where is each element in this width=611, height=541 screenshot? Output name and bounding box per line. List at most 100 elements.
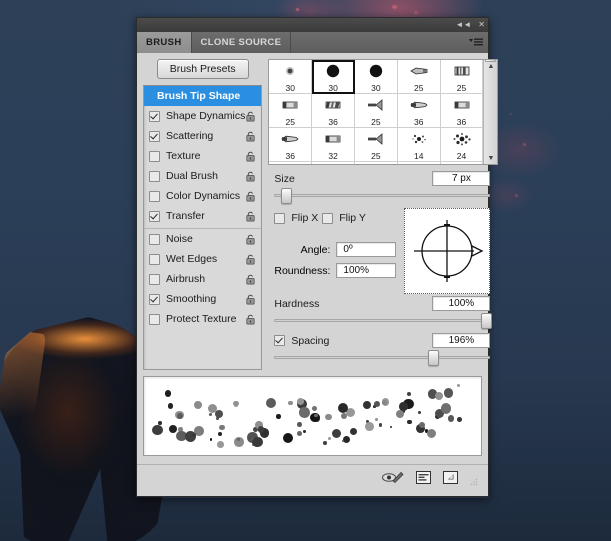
option-checkbox[interactable] — [149, 190, 160, 202]
size-slider[interactable] — [274, 188, 491, 204]
stroke-dot — [209, 438, 213, 441]
option-checkbox[interactable] — [149, 273, 160, 285]
angle-row: Angle: 0º — [274, 242, 397, 257]
delete-brush-icon[interactable] — [443, 470, 458, 484]
brush-option-airbrush[interactable]: Airbrush — [144, 269, 261, 289]
brush-preset-cell[interactable] — [269, 162, 313, 164]
spark-particle — [414, 11, 418, 14]
brush-preset-size: 36 — [456, 117, 467, 127]
flip-x-checkbox[interactable]: Flip X — [274, 212, 318, 224]
brush-preset-cell[interactable] — [440, 162, 484, 164]
brush-preset-cell[interactable]: 30 — [269, 60, 313, 94]
brush-option-wet-edges[interactable]: Wet Edges — [144, 249, 261, 269]
scrollbar-thumb[interactable] — [485, 60, 497, 62]
hardness-slider[interactable] — [274, 313, 493, 329]
brush-option-color-dynamics[interactable]: Color Dynamics — [144, 186, 261, 206]
brush-preset-cell[interactable]: 25 — [440, 60, 484, 94]
stroke-dot — [443, 388, 454, 399]
option-checkbox[interactable] — [149, 130, 160, 142]
close-icon[interactable]: ✕ — [478, 21, 485, 29]
hardness-slider-knob[interactable] — [481, 313, 493, 329]
spacing-slider-knob[interactable] — [427, 350, 439, 366]
brush-preset-cell[interactable]: 36 — [440, 94, 484, 128]
stroke-dot — [299, 406, 310, 418]
tab-brush[interactable]: BRUSH — [137, 32, 192, 53]
brush-preset-cell[interactable]: 14 — [397, 128, 441, 162]
panel-menu-button[interactable] — [469, 32, 488, 53]
resize-grip-icon[interactable] — [470, 473, 478, 486]
tab-clone-source[interactable]: CLONE SOURCE — [192, 32, 292, 53]
stroke-dot — [399, 402, 408, 411]
brush-preset-cell[interactable]: 36 — [397, 94, 441, 128]
angle-value[interactable]: 0º — [336, 242, 397, 257]
spacing-slider[interactable] — [274, 350, 491, 366]
brush-preset-cell[interactable]: 36 — [312, 94, 355, 128]
spacing-checkbox[interactable] — [274, 335, 286, 346]
brush-angle-preview[interactable] — [404, 208, 491, 294]
lock-icon — [246, 234, 255, 244]
spacing-slider-track — [274, 356, 491, 359]
option-checkbox[interactable] — [149, 293, 160, 305]
spacing-row: Spacing 196% — [274, 333, 491, 348]
spacing-value[interactable]: 196% — [432, 333, 491, 348]
brush-option-texture[interactable]: Texture — [144, 146, 261, 166]
option-label: Airbrush — [166, 273, 206, 285]
hard-round-icon — [312, 62, 354, 80]
option-checkbox[interactable] — [149, 210, 160, 222]
brush-preset-cell[interactable]: 25 — [354, 128, 398, 162]
option-checkbox[interactable] — [149, 233, 160, 245]
option-checkbox[interactable] — [149, 150, 160, 162]
brush-preset-cell[interactable]: 30 — [312, 60, 355, 94]
brush-option-noise[interactable]: Noise — [144, 228, 262, 249]
option-checkbox[interactable] — [149, 110, 160, 122]
panel-titlebar: ◄◄ ✕ — [136, 17, 489, 32]
brush-preset-cell[interactable]: 30 — [354, 60, 398, 94]
brush-option-smoothing[interactable]: Smoothing — [144, 289, 261, 309]
option-checkbox[interactable] — [149, 313, 160, 325]
collapse-icon[interactable]: ◄◄ — [455, 21, 471, 29]
trash-glyph — [443, 470, 458, 484]
create-new-brush-icon[interactable] — [416, 470, 431, 484]
flip-x-label: Flip X — [291, 212, 319, 224]
option-checkbox[interactable] — [149, 253, 160, 265]
brush-preset-cell[interactable]: 32 — [312, 128, 355, 162]
tabbar-filler — [291, 32, 469, 53]
stroke-dot — [282, 432, 293, 444]
size-slider-knob[interactable] — [280, 188, 292, 204]
hardness-value[interactable]: 100% — [432, 296, 491, 311]
brush-preset-cell[interactable] — [354, 162, 398, 164]
brush-stroke-preview — [143, 376, 482, 456]
spark-particle — [392, 5, 397, 9]
option-checkbox[interactable] — [149, 170, 160, 182]
hardness-slider-track — [274, 319, 491, 322]
brush-preset-cell[interactable]: 36 — [269, 128, 313, 162]
flip-y-checkbox[interactable]: Flip Y — [322, 212, 366, 224]
stroke-dot — [311, 405, 318, 412]
brush-option-shape-dynamics[interactable]: Shape Dynamics — [144, 106, 261, 126]
panel-body: Brush Presets Brush Tip Shape Shape Dynam… — [136, 53, 499, 497]
brush-grid-scrollbar[interactable]: ▲ ▼ — [483, 60, 498, 164]
brush-preset-size: 14 — [413, 151, 424, 161]
brush-preset-cell[interactable] — [312, 162, 355, 164]
brush-option-brush-tip-shape[interactable]: Brush Tip Shape — [144, 86, 262, 106]
brush-preset-cell[interactable] — [397, 162, 441, 164]
spacing-label: Spacing — [291, 334, 330, 347]
brush-preset-cell[interactable]: 25 — [397, 60, 441, 94]
option-label: Smoothing — [166, 293, 217, 305]
stroke-dot — [217, 431, 223, 436]
brush-option-scattering[interactable]: Scattering — [144, 126, 261, 146]
toggle-brush-preview-icon[interactable] — [382, 471, 404, 484]
brush-presets-button[interactable]: Brush Presets — [156, 59, 249, 79]
brush-option-dual-brush[interactable]: Dual Brush — [144, 166, 261, 186]
stroke-dot — [323, 440, 328, 445]
brush-preset-cell[interactable]: 24 — [440, 128, 484, 162]
roundness-value[interactable]: 100% — [336, 263, 397, 278]
brush-option-transfer[interactable]: Transfer — [144, 206, 261, 226]
brush-preset-cell[interactable]: 25 — [354, 94, 398, 128]
brush-preset-cell[interactable]: 25 — [269, 94, 313, 128]
brush-option-protect-texture[interactable]: Protect Texture — [144, 309, 261, 329]
size-value[interactable]: 7 px — [432, 171, 491, 186]
scroll-down-icon[interactable]: ▼ — [487, 152, 494, 164]
brush-preset-size: 36 — [285, 151, 295, 161]
option-label: Protect Texture — [166, 313, 237, 325]
